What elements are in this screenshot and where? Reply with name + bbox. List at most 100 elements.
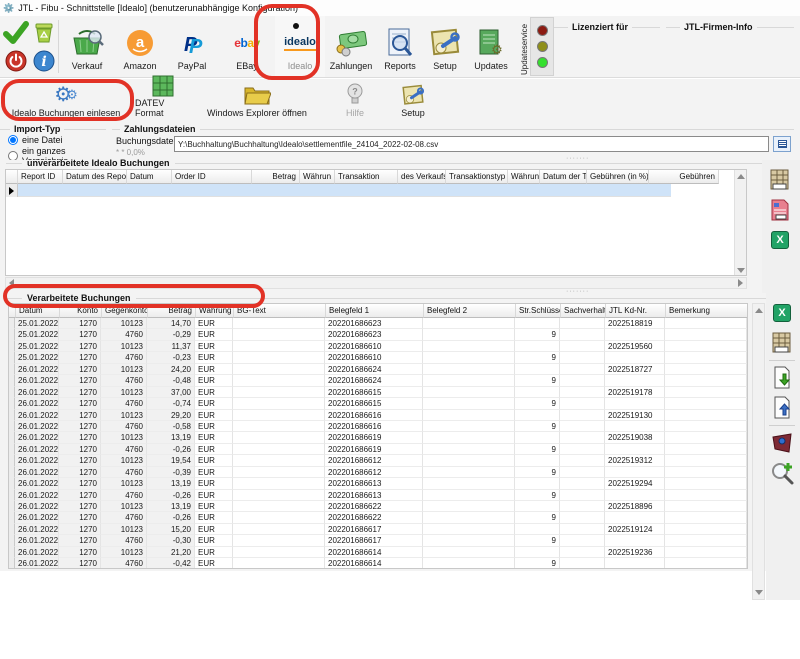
cell xyxy=(605,375,665,386)
cell: 1270 xyxy=(59,478,101,489)
cell xyxy=(423,490,515,501)
ok-button[interactable] xyxy=(3,20,29,46)
splitter-grip[interactable]: ······· xyxy=(566,155,589,162)
column-header[interactable]: Order ID xyxy=(172,170,252,184)
column-header[interactable]: Datum xyxy=(16,304,60,318)
column-header[interactable]: Konto xyxy=(60,304,102,318)
export-csv-button[interactable] xyxy=(768,330,796,356)
import-download-button[interactable] xyxy=(768,365,796,391)
column-header[interactable]: Betrag xyxy=(252,170,300,184)
scroll-up-icon[interactable] xyxy=(737,174,745,179)
column-header[interactable]: des Verkaufs xyxy=(398,170,446,184)
column-header[interactable]: Betrag xyxy=(148,304,196,318)
table-row[interactable]: 26.01.202212701012329,20EUR2022016866162… xyxy=(9,410,747,421)
processed-vscrollbar[interactable] xyxy=(752,303,765,600)
buchungsdatei-path-input[interactable] xyxy=(174,136,769,152)
table-row[interactable]: 26.01.202212701012324,20EUR2022016866242… xyxy=(9,364,747,375)
column-header[interactable]: Belegfeld 2 xyxy=(424,304,516,318)
datev-format-button[interactable]: DATEV Format xyxy=(132,79,194,122)
scroll-up-icon[interactable] xyxy=(755,308,763,313)
radio-input[interactable] xyxy=(8,135,18,145)
unprocessed-hscrollbar[interactable] xyxy=(5,277,747,289)
hilfe-button[interactable]: ? Hilfe xyxy=(332,79,378,122)
column-header[interactable]: Transaktion xyxy=(335,170,398,184)
scroll-down-icon[interactable] xyxy=(755,590,763,595)
selected-empty-row[interactable] xyxy=(6,184,746,197)
table-row[interactable]: 26.01.202212701012313,19EUR2022016866222… xyxy=(9,501,747,512)
splitter-grip-2[interactable]: ······· xyxy=(566,288,589,295)
scroll-left-icon[interactable] xyxy=(9,279,14,287)
column-header[interactable]: Str.Schlüssel xyxy=(516,304,561,318)
table-row[interactable]: 26.01.202212704760-0,30EUR2022016866179 xyxy=(9,535,747,546)
table-row[interactable]: 26.01.202212704760-0,26EUR2022016866229 xyxy=(9,512,747,523)
toolbar-button-setup[interactable]: Setup xyxy=(423,16,467,77)
import-upload-button[interactable] xyxy=(768,395,796,421)
toolbar-button-updates[interactable]: ⚙ Updates xyxy=(467,16,515,77)
toolbar-button-verkauf[interactable]: Verkauf xyxy=(59,16,115,77)
table-row[interactable]: 26.01.202212704760-0,74EUR2022016866159 xyxy=(9,398,747,409)
column-header[interactable] xyxy=(9,304,16,318)
unprocessed-vscrollbar[interactable] xyxy=(734,170,746,276)
column-header[interactable]: Sachverhalt xyxy=(561,304,606,318)
table-row[interactable]: 25.01.202212701012314,70EUR2022016866232… xyxy=(9,318,747,329)
toolbar-button-zahlungen[interactable]: Zahlungen xyxy=(325,16,377,77)
column-header[interactable]: Datum der Tr xyxy=(540,170,587,184)
table-row[interactable]: 26.01.202212704760-0,48EUR2022016866249 xyxy=(9,375,747,386)
column-header[interactable]: JTL Kd-Nr. xyxy=(606,304,666,318)
export-excel-button[interactable]: X xyxy=(766,227,794,253)
row-marker-icon xyxy=(9,187,14,195)
column-header[interactable]: Belegfeld 1 xyxy=(326,304,424,318)
table-row[interactable]: 26.01.202212701012337,00EUR2022016866152… xyxy=(9,387,747,398)
stamp-button[interactable] xyxy=(768,430,796,456)
export-pdf-button[interactable] xyxy=(766,197,794,223)
processed-table[interactable]: DatumKontoGegenkontoBetragWährungBG-Text… xyxy=(8,303,748,569)
toolbar-button-amazon[interactable]: a Amazon xyxy=(115,16,165,77)
column-header[interactable]: Bemerkung xyxy=(666,304,748,318)
table-row[interactable]: 26.01.202212701012315,20EUR2022016866172… xyxy=(9,524,747,535)
table-row[interactable]: 26.01.202212701012313,19EUR2022016866192… xyxy=(9,432,747,443)
toolbar-button-paypal[interactable]: P P PayPal xyxy=(165,16,219,77)
column-header[interactable]: BG-Text xyxy=(234,304,326,318)
table-row[interactable]: 26.01.202212701012313,19EUR2022016866132… xyxy=(9,478,747,489)
column-header[interactable]: Währun xyxy=(300,170,335,184)
scroll-right-icon[interactable] xyxy=(738,279,743,287)
table-row[interactable]: 25.01.202212701012311,37EUR2022016866102… xyxy=(9,341,747,352)
table-row[interactable]: 26.01.202212704760-0,39EUR2022016866129 xyxy=(9,467,747,478)
table-row[interactable]: 26.01.202212704760-0,42EUR2022016866149 xyxy=(9,558,747,569)
table-row[interactable]: 25.01.202212704760-0,23EUR2022016866109 xyxy=(9,352,747,363)
export-csv-button[interactable] xyxy=(766,167,794,193)
toolbar-button-ebay[interactable]: ebay EBay xyxy=(219,16,275,77)
table-row[interactable]: 26.01.202212701012319,54EUR2022016866122… xyxy=(9,455,747,466)
unprocessed-side-buttons: X xyxy=(766,167,794,253)
export-excel-button[interactable]: X xyxy=(768,300,796,326)
idealo-buchungen-einlesen-button[interactable]: ⚙⚙ Idealo Buchungen einlesen xyxy=(0,79,132,122)
column-header[interactable]: Report ID xyxy=(18,170,63,184)
toolbar-button-reports[interactable]: Reports xyxy=(377,16,423,77)
exit-button[interactable] xyxy=(3,48,29,74)
table-row[interactable]: 26.01.202212704760-0,58EUR2022016866169 xyxy=(9,421,747,432)
setup2-button[interactable]: Setup xyxy=(390,79,436,122)
table-row[interactable]: 26.01.202212704760-0,26EUR2022016866199 xyxy=(9,444,747,455)
browse-button[interactable] xyxy=(773,136,791,152)
column-header[interactable]: Datum xyxy=(127,170,172,184)
column-header[interactable]: Gebühren xyxy=(649,170,719,184)
unprocessed-table[interactable]: Report IDDatum des ReportDatumOrder IDBe… xyxy=(5,169,747,276)
table-row[interactable]: 25.01.202212704760-0,29EUR2022016866239 xyxy=(9,329,747,340)
info-button[interactable]: i xyxy=(31,48,57,74)
windows-explorer-button[interactable]: Windows Explorer öffnen xyxy=(194,79,320,122)
discard-button[interactable] xyxy=(31,20,57,46)
column-header[interactable]: Datum des Report xyxy=(63,170,127,184)
column-header[interactable]: Gegenkonto xyxy=(102,304,148,318)
table-row[interactable]: 26.01.202212704760-0,26EUR2022016866139 xyxy=(9,490,747,501)
table-row[interactable]: 26.01.202212701012321,20EUR2022016866142… xyxy=(9,547,747,558)
column-header[interactable] xyxy=(6,170,18,184)
radio-eine-datei[interactable]: eine Datei xyxy=(0,134,112,145)
column-header[interactable]: Gebühren (in %) xyxy=(587,170,649,184)
svg-text:P: P xyxy=(189,36,203,57)
column-header[interactable]: Transaktionstyp xyxy=(446,170,508,184)
toolbar-button-idealo[interactable]: idealo Idealo xyxy=(275,16,325,77)
column-header[interactable]: Währun xyxy=(508,170,540,184)
zoom-details-button[interactable] xyxy=(768,460,796,486)
column-header[interactable]: Währung xyxy=(196,304,234,318)
scroll-down-icon[interactable] xyxy=(737,268,745,273)
